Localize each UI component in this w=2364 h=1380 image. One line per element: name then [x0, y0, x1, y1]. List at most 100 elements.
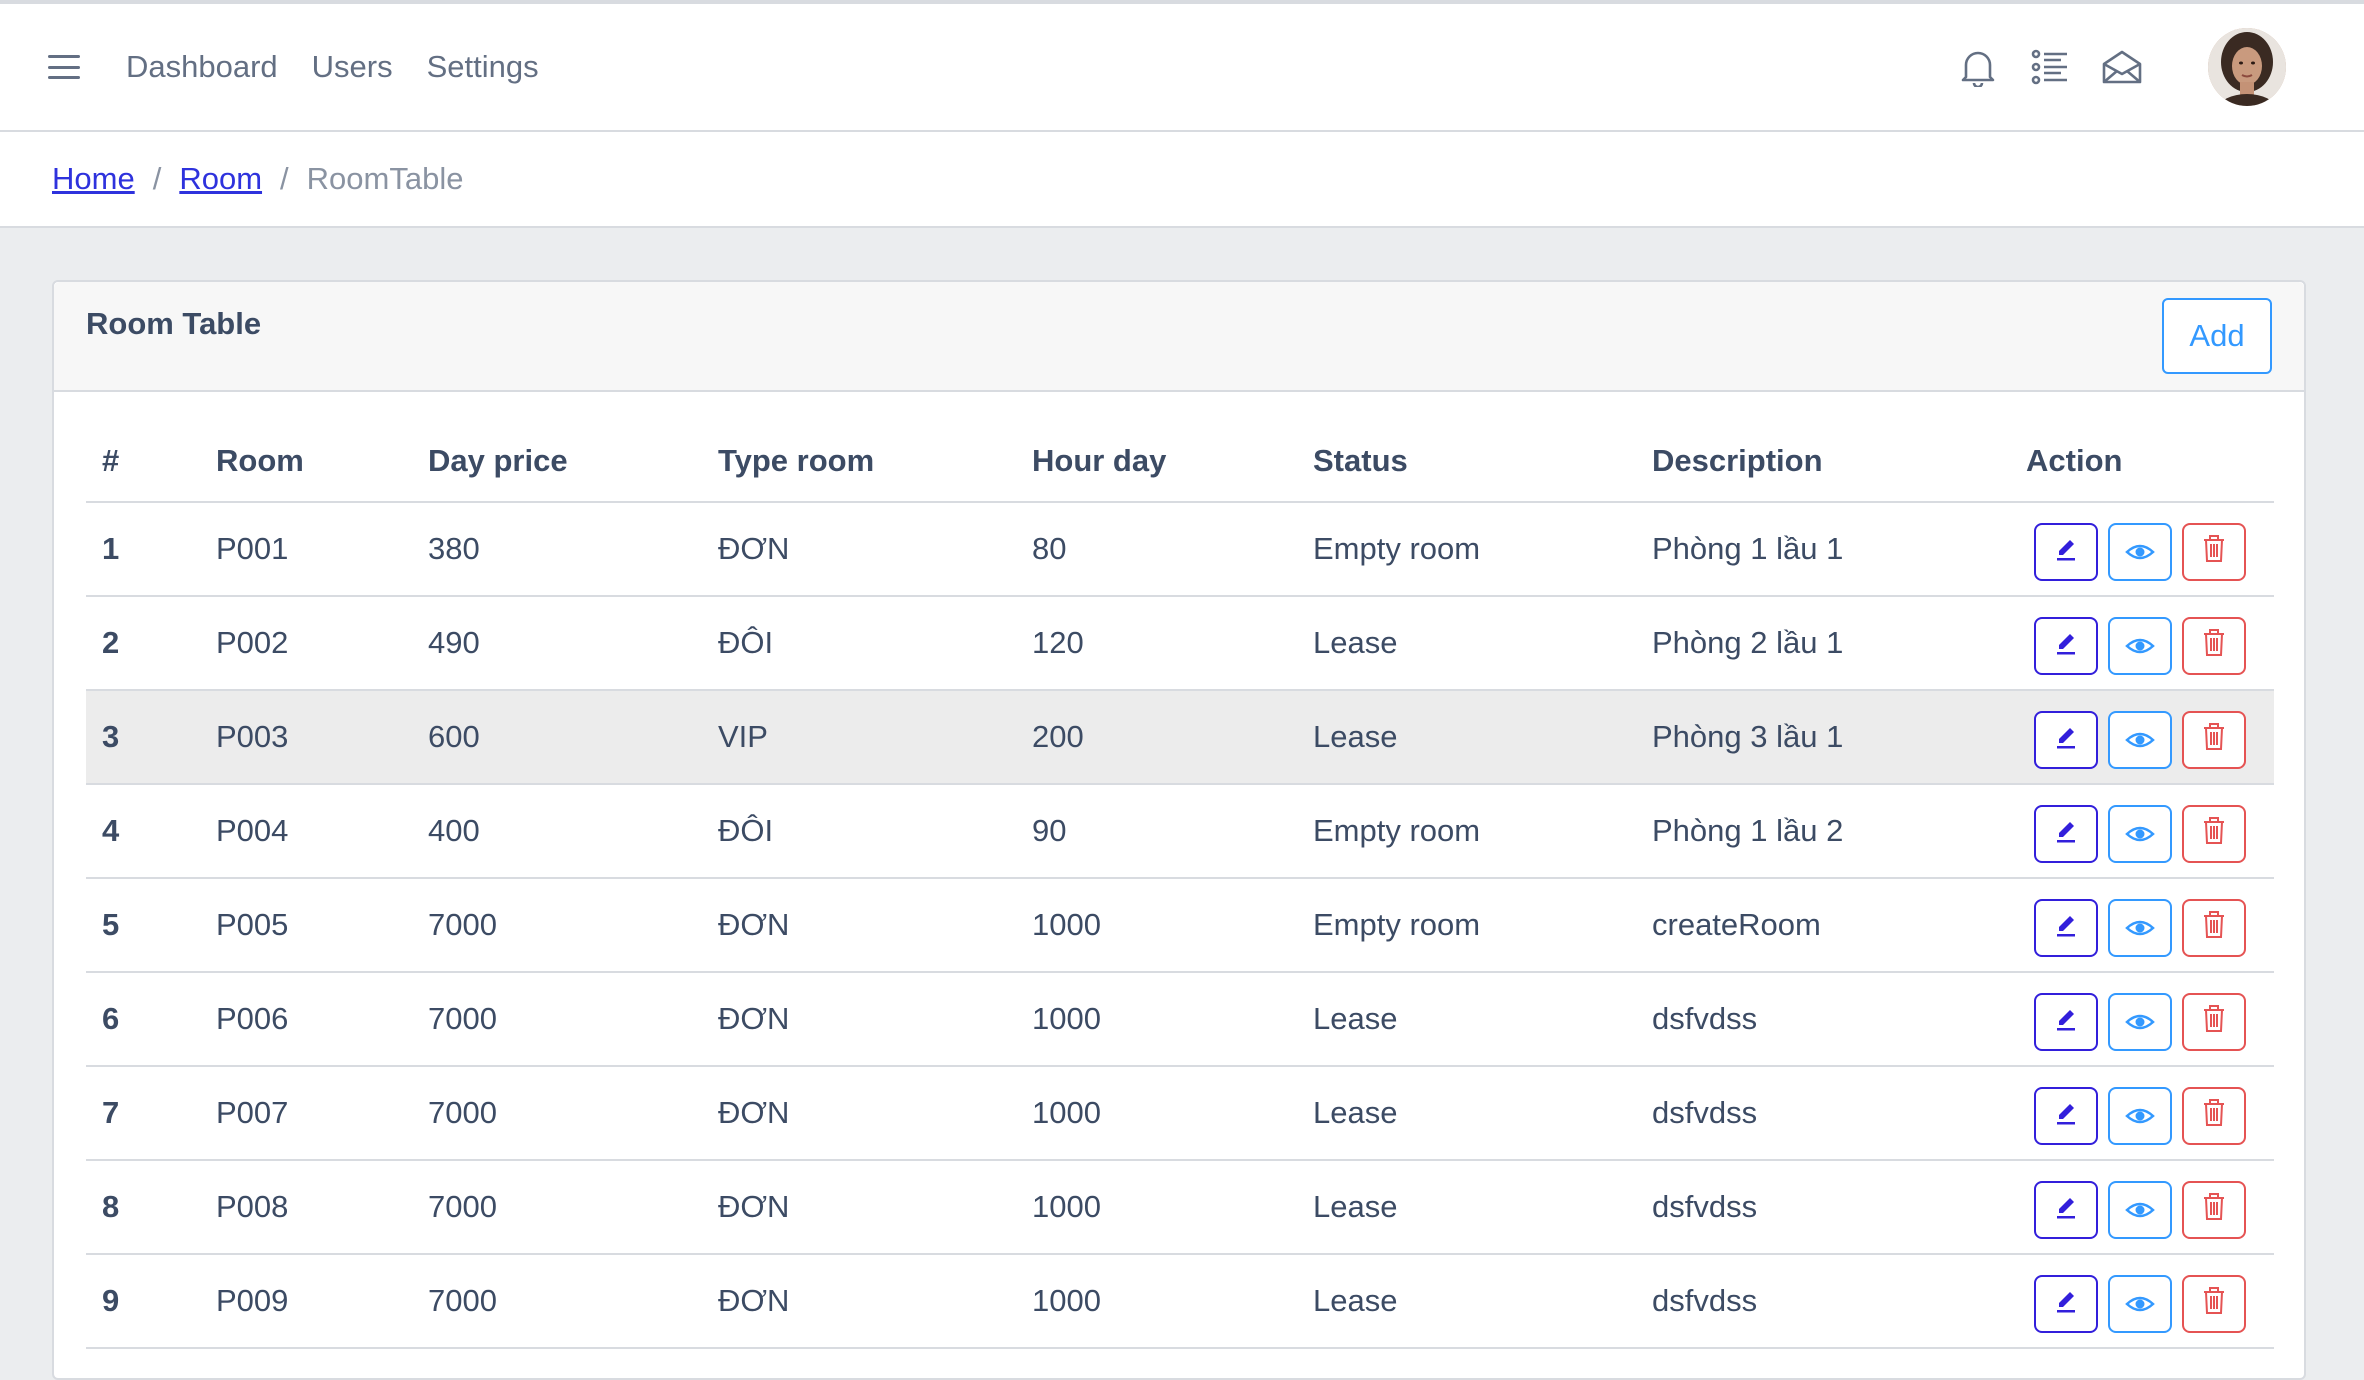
- trash-icon: [2201, 533, 2227, 571]
- delete-button[interactable]: [2182, 617, 2246, 675]
- eye-icon: [2125, 1286, 2155, 1322]
- cell-type-room: ĐƠN: [702, 1160, 1016, 1255]
- cell-hour-day: 1000: [1016, 1066, 1297, 1161]
- cell-day-price: 7000: [412, 878, 702, 973]
- breadcrumb-separator: /: [280, 161, 289, 196]
- cell-type-room: ĐƠN: [702, 972, 1016, 1067]
- eye-icon: [2125, 628, 2155, 664]
- nav-dashboard[interactable]: Dashboard: [126, 49, 278, 85]
- table-row: 6 P006 7000 ĐƠN 1000 Lease dsfvdss: [86, 972, 2274, 1067]
- cell-room: P002: [200, 596, 412, 691]
- view-button[interactable]: [2108, 1087, 2172, 1145]
- cell-day-price: 600: [412, 690, 702, 785]
- pencil-icon: [2053, 816, 2079, 852]
- cell-actions: [2010, 1160, 2274, 1255]
- table-row: 7 P007 7000 ĐƠN 1000 Lease dsfvdss: [86, 1066, 2274, 1161]
- edit-button[interactable]: [2034, 1275, 2098, 1333]
- trash-icon: [2201, 627, 2227, 665]
- cell-day-price: 7000: [412, 1066, 702, 1161]
- pencil-icon: [2053, 534, 2079, 570]
- cell-hour-day: 1000: [1016, 878, 1297, 973]
- edit-button[interactable]: [2034, 805, 2098, 863]
- cell-actions: [2010, 784, 2274, 879]
- view-button[interactable]: [2108, 1181, 2172, 1239]
- delete-button[interactable]: [2182, 711, 2246, 769]
- eye-icon: [2125, 816, 2155, 852]
- cell-hour-day: 80: [1016, 502, 1297, 597]
- edit-button[interactable]: [2034, 523, 2098, 581]
- view-button[interactable]: [2108, 617, 2172, 675]
- edit-button[interactable]: [2034, 711, 2098, 769]
- row-actions: [2026, 1181, 2274, 1239]
- row-actions: [2026, 523, 2274, 581]
- col-header-type-room: Type room: [702, 420, 1016, 503]
- cell-description: dsfvdss: [1636, 1160, 2010, 1255]
- delete-button[interactable]: [2182, 899, 2246, 957]
- add-button[interactable]: Add: [2162, 298, 2272, 374]
- view-button[interactable]: [2108, 993, 2172, 1051]
- cell-type-room: ĐÔI: [702, 784, 1016, 879]
- breadcrumb-room[interactable]: Room: [179, 161, 262, 197]
- view-button[interactable]: [2108, 711, 2172, 769]
- view-button[interactable]: [2108, 899, 2172, 957]
- cell-description: dsfvdss: [1636, 1066, 2010, 1161]
- table-row: 8 P008 7000 ĐƠN 1000 Lease dsfvdss: [86, 1160, 2274, 1255]
- edit-button[interactable]: [2034, 1181, 2098, 1239]
- cell-room: P009: [200, 1254, 412, 1349]
- breadcrumb-home[interactable]: Home: [52, 161, 135, 197]
- delete-button[interactable]: [2182, 993, 2246, 1051]
- envelope-icon[interactable]: [2100, 45, 2144, 89]
- card-header: Room Table Add: [54, 282, 2304, 392]
- nav-users[interactable]: Users: [312, 49, 393, 85]
- delete-button[interactable]: [2182, 1181, 2246, 1239]
- edit-button[interactable]: [2034, 993, 2098, 1051]
- eye-icon: [2125, 1192, 2155, 1228]
- edit-button[interactable]: [2034, 617, 2098, 675]
- trash-icon: [2201, 721, 2227, 759]
- view-button[interactable]: [2108, 805, 2172, 863]
- cell-description: Phòng 2 lầu 1: [1636, 596, 2010, 691]
- trash-icon: [2201, 1003, 2227, 1041]
- col-header-status: Status: [1297, 420, 1636, 503]
- nav-settings[interactable]: Settings: [427, 49, 539, 85]
- cell-number: 2: [86, 596, 200, 691]
- trash-icon: [2201, 1285, 2227, 1323]
- trash-icon: [2201, 1191, 2227, 1229]
- list-icon[interactable]: [2028, 45, 2072, 89]
- edit-button[interactable]: [2034, 1087, 2098, 1145]
- delete-button[interactable]: [2182, 805, 2246, 863]
- row-actions: [2026, 899, 2274, 957]
- trash-icon: [2201, 1097, 2227, 1135]
- cell-actions: [2010, 690, 2274, 785]
- bell-icon[interactable]: [1956, 45, 2000, 89]
- cell-type-room: ĐƠN: [702, 1066, 1016, 1161]
- hamburger-icon[interactable]: [48, 55, 80, 79]
- cell-type-room: ĐƠN: [702, 1254, 1016, 1349]
- user-avatar[interactable]: [2208, 28, 2286, 106]
- breadcrumb-current: RoomTable: [306, 161, 464, 196]
- pencil-icon: [2053, 1192, 2079, 1228]
- cell-number: 6: [86, 972, 200, 1067]
- col-header-day-price: Day price: [412, 420, 702, 503]
- table-row: 4 P004 400 ĐÔI 90 Empty room Phòng 1 lầu 2: [86, 784, 2274, 879]
- view-button[interactable]: [2108, 523, 2172, 581]
- edit-button[interactable]: [2034, 899, 2098, 957]
- table-header-row: # Room Day price Type room Hour day Stat…: [86, 420, 2274, 503]
- col-header-room: Room: [200, 420, 412, 503]
- delete-button[interactable]: [2182, 1087, 2246, 1145]
- eye-icon: [2125, 1098, 2155, 1134]
- cell-hour-day: 1000: [1016, 1254, 1297, 1349]
- pencil-icon: [2053, 910, 2079, 946]
- view-button[interactable]: [2108, 1275, 2172, 1333]
- delete-button[interactable]: [2182, 1275, 2246, 1333]
- pencil-icon: [2053, 1286, 2079, 1322]
- cell-type-room: ĐƠN: [702, 502, 1016, 597]
- cell-day-price: 7000: [412, 972, 702, 1067]
- cell-room: P001: [200, 502, 412, 597]
- eye-icon: [2125, 1004, 2155, 1040]
- col-header-hour-day: Hour day: [1016, 420, 1297, 503]
- trash-icon: [2201, 909, 2227, 947]
- row-actions: [2026, 711, 2274, 769]
- delete-button[interactable]: [2182, 523, 2246, 581]
- cell-actions: [2010, 502, 2274, 597]
